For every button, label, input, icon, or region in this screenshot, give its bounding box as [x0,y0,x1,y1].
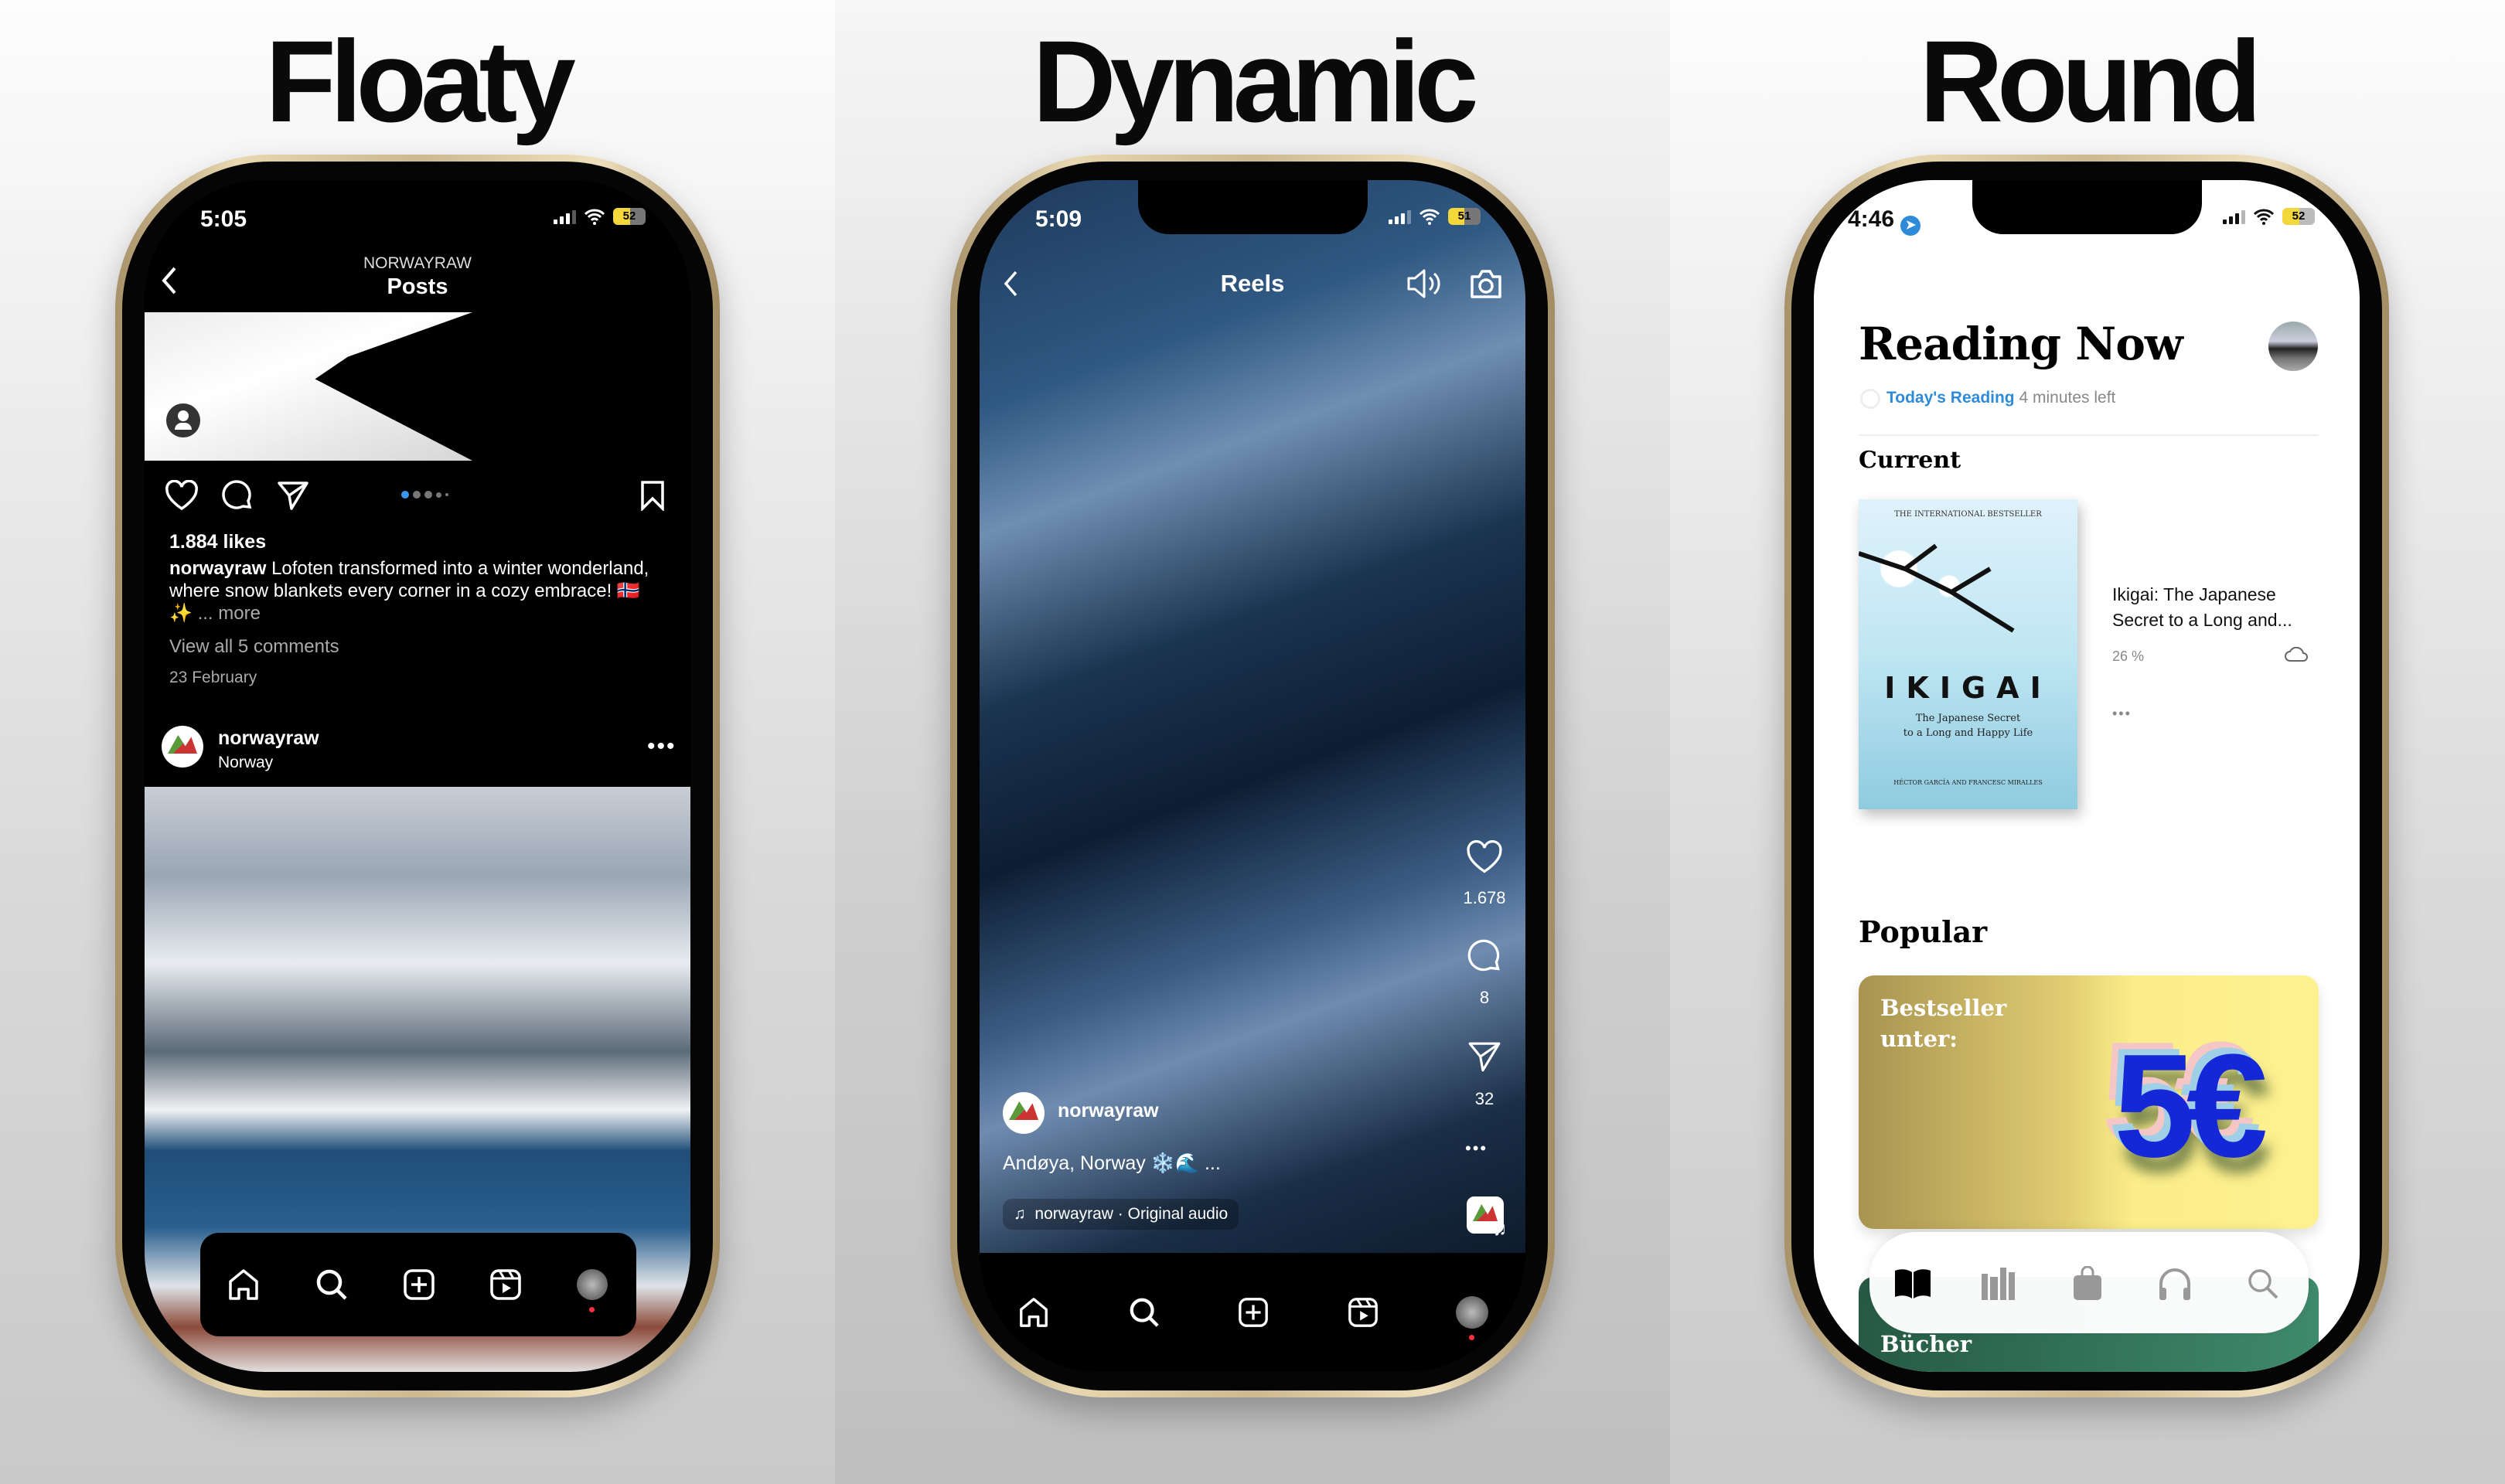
comment-icon[interactable] [221,479,254,512]
status-time: 4:46 ➤ [1848,206,1921,236]
likes-count[interactable]: 1.884 likes [169,531,266,553]
like-heart-icon[interactable] [1466,840,1503,874]
book-title[interactable]: Ikigai: The Japanese Secret to a Long and… [2112,582,2292,633]
cherry-blossom-illustration [1859,522,2060,638]
wifi-icon [584,209,605,225]
account-avatar[interactable] [2268,322,2318,371]
caption-username[interactable]: norwayraw [169,558,266,579]
bookmark-icon[interactable] [640,480,665,511]
search-icon[interactable] [2246,1267,2280,1301]
heading-floaty: Floaty [265,16,576,146]
location-icon: ➤ [1900,216,1921,236]
reel-author-avatar[interactable] [1003,1092,1045,1134]
post-image[interactable] [145,312,690,461]
home-icon[interactable] [227,1268,261,1302]
notification-dot [589,1307,595,1312]
reading-goal[interactable]: Today's Reading 4 minutes left [1886,389,2115,407]
likes-count: 1.678 [1463,888,1506,907]
create-post-icon[interactable] [1237,1296,1270,1329]
instagram-reels-screen: 5:09 51 Reels 1.678 8 32 ••• ♫ norwayraw… [980,180,1525,1372]
book-cover-ikigai[interactable]: THE INTERNATIONAL BESTSELLER IKIGAI The … [1859,499,2077,809]
notch [1138,180,1368,234]
next-post-location[interactable]: Norway [218,754,273,772]
home-icon[interactable] [1017,1296,1050,1329]
sound-on-icon[interactable] [1406,267,1441,300]
reel-username[interactable]: norwayraw [1058,1100,1159,1122]
reel-video[interactable] [980,180,1525,1253]
instagram-posts-screen: 5:05 52 NORWAYRAW Posts 1.884 likes norw… [145,180,690,1372]
status-time: 5:09 [1035,206,1082,232]
tagged-user-icon[interactable] [166,403,200,437]
battery-charging-icon: 52 [2282,208,2315,225]
status-bar-icons: 52 [554,208,646,225]
notch [1972,180,2202,234]
search-icon[interactable] [315,1268,349,1302]
reading-now-book-icon[interactable] [1893,1268,1932,1300]
phone-round: 4:46 ➤ 52 Reading Now Today's Reading 4 … [1784,155,2389,1397]
reels-icon[interactable] [1347,1296,1379,1329]
camera-icon[interactable] [1469,267,1503,300]
bestseller-banner[interactable]: Bestseller unter: 5€ [1859,975,2319,1229]
status-time: 5:05 [200,206,247,232]
post-caption: norwayraw Lofoten transformed into a win… [169,557,664,625]
music-note-icon: ♫ [1493,1219,1507,1240]
signal-icon [554,209,576,224]
music-note-icon: ♫ [1014,1205,1035,1223]
price-graphic: 5€ [2114,1024,2268,1188]
phone-floaty: 5:05 52 NORWAYRAW Posts 1.884 likes norw… [115,155,720,1397]
status-bar-icons: 51 [1389,208,1481,225]
phone-dynamic: 5:09 51 Reels 1.678 8 32 ••• ♫ norwayraw… [950,155,1555,1397]
heading-dynamic: Dynamic [1032,16,1478,146]
page-title: Posts [387,274,448,299]
create-post-icon[interactable] [402,1268,436,1302]
page-title: Reels [1220,270,1285,297]
audio-pill[interactable]: ♫ norwayraw · Original audio [1003,1199,1239,1230]
status-bar-icons: 52 [2223,208,2315,225]
share-send-icon[interactable] [1467,1040,1501,1073]
more-options-icon[interactable]: ••• [647,733,677,760]
battery-icon: 52 [613,208,646,225]
shares-count: 32 [1474,1089,1494,1108]
next-post-avatar[interactable] [162,726,203,768]
comment-icon[interactable] [1467,938,1502,974]
book-progress: 26 % [2112,648,2145,664]
carousel-indicator [401,491,448,499]
book-more-options-icon[interactable]: ••• [2112,706,2132,722]
current-heading: Current [1859,447,1961,474]
notification-dot [1469,1335,1474,1340]
reel-caption[interactable]: Andøya, Norway ❄️🌊 ... [1003,1152,1221,1175]
reading-goal-ring[interactable] [1860,389,1880,409]
profile-avatar[interactable] [577,1269,608,1300]
wifi-icon [2253,209,2275,225]
view-comments-link[interactable]: View all 5 comments [169,636,339,658]
account-name: NORWAYRAW [363,254,472,272]
battery-icon: 51 [1448,208,1481,225]
wifi-icon [1419,209,1440,225]
profile-avatar[interactable] [1456,1296,1488,1329]
popular-heading: Popular [1859,914,1988,949]
search-icon[interactable] [1128,1296,1160,1329]
comments-count: 8 [1479,988,1490,1007]
like-heart-icon[interactable] [165,480,199,511]
books-reading-now-screen: 4:46 ➤ 52 Reading Now Today's Reading 4 … [1814,180,2360,1372]
reels-icon[interactable] [489,1268,523,1302]
more-options-icon[interactable]: ••• [1465,1139,1488,1159]
page-title: Reading Now [1859,318,2183,370]
audiobooks-headphones-icon[interactable] [2157,1266,2193,1302]
heading-round: Round [1919,16,2262,146]
book-store-bag-icon[interactable] [2072,1266,2103,1302]
signal-icon [1389,209,1411,224]
share-send-icon[interactable] [277,480,309,511]
post-date: 23 February [169,669,257,686]
more-link[interactable]: ... more [198,603,261,624]
library-icon[interactable] [1980,1266,2019,1302]
signal-icon [2223,209,2245,224]
divider [1859,434,2319,436]
next-post-username[interactable]: norwayraw [218,727,319,750]
cloud-download-icon[interactable] [2284,647,2309,662]
banner-text: Bestseller unter: [1880,995,2007,1052]
